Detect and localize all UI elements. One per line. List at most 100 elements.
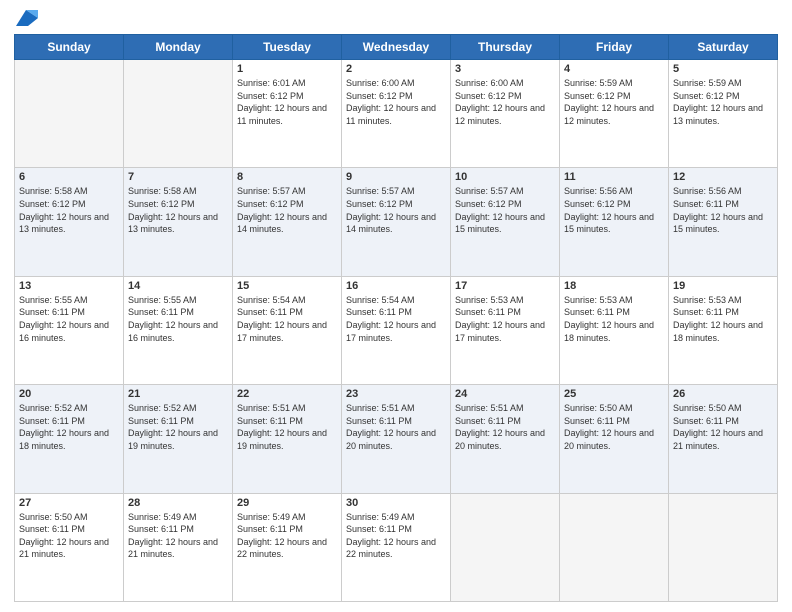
day-info: Sunrise: 5:56 AM Sunset: 6:12 PM Dayligh… <box>564 185 664 235</box>
day-number: 18 <box>564 280 664 292</box>
day-number: 15 <box>237 280 337 292</box>
day-info: Sunrise: 5:59 AM Sunset: 6:12 PM Dayligh… <box>564 77 664 127</box>
calendar-cell <box>124 60 233 168</box>
day-number: 27 <box>19 497 119 509</box>
page: SundayMondayTuesdayWednesdayThursdayFrid… <box>0 0 792 612</box>
day-info: Sunrise: 5:58 AM Sunset: 6:12 PM Dayligh… <box>19 185 119 235</box>
day-number: 14 <box>128 280 228 292</box>
day-info: Sunrise: 5:50 AM Sunset: 6:11 PM Dayligh… <box>564 402 664 452</box>
calendar-cell <box>669 493 778 601</box>
logo-icon <box>16 10 38 26</box>
day-number: 23 <box>346 388 446 400</box>
calendar-cell: 27 Sunrise: 5:50 AM Sunset: 6:11 PM Dayli… <box>15 493 124 601</box>
day-number: 4 <box>564 63 664 75</box>
day-number: 8 <box>237 171 337 183</box>
week-row-2: 13 Sunrise: 5:55 AM Sunset: 6:11 PM Dayli… <box>15 276 778 384</box>
calendar-cell <box>15 60 124 168</box>
calendar-cell: 18 Sunrise: 5:53 AM Sunset: 6:11 PM Dayli… <box>560 276 669 384</box>
day-info: Sunrise: 5:56 AM Sunset: 6:11 PM Dayligh… <box>673 185 773 235</box>
day-info: Sunrise: 5:53 AM Sunset: 6:11 PM Dayligh… <box>455 294 555 344</box>
day-info: Sunrise: 5:52 AM Sunset: 6:11 PM Dayligh… <box>19 402 119 452</box>
day-info: Sunrise: 5:49 AM Sunset: 6:11 PM Dayligh… <box>346 511 446 561</box>
calendar-cell: 23Sunrise: 5:51 AM Sunset: 6:11 PM Dayli… <box>342 385 451 493</box>
week-row-4: 27 Sunrise: 5:50 AM Sunset: 6:11 PM Dayli… <box>15 493 778 601</box>
day-number: 3 <box>455 63 555 75</box>
calendar-cell: 25 Sunrise: 5:50 AM Sunset: 6:11 PM Dayli… <box>560 385 669 493</box>
calendar-cell: 5 Sunrise: 5:59 AM Sunset: 6:12 PM Daylig… <box>669 60 778 168</box>
day-info: Sunrise: 5:49 AM Sunset: 6:11 PM Dayligh… <box>128 511 228 561</box>
day-number: 19 <box>673 280 773 292</box>
calendar-cell: 22 Sunrise: 5:51 AM Sunset: 6:11 PM Dayli… <box>233 385 342 493</box>
day-header-wednesday: Wednesday <box>342 35 451 60</box>
calendar-cell: 12 Sunrise: 5:56 AM Sunset: 6:11 PM Dayli… <box>669 168 778 276</box>
day-number: 21 <box>128 388 228 400</box>
day-number: 2 <box>346 63 446 75</box>
day-info: Sunrise: 5:57 AM Sunset: 6:12 PM Dayligh… <box>455 185 555 235</box>
day-header-tuesday: Tuesday <box>233 35 342 60</box>
day-info: Sunrise: 5:54 AM Sunset: 6:11 PM Dayligh… <box>346 294 446 344</box>
calendar-cell: 8Sunrise: 5:57 AM Sunset: 6:12 PM Daylig… <box>233 168 342 276</box>
day-info: Sunrise: 5:57 AM Sunset: 6:12 PM Dayligh… <box>346 185 446 235</box>
day-number: 22 <box>237 388 337 400</box>
calendar-cell: 6 Sunrise: 5:58 AM Sunset: 6:12 PM Daylig… <box>15 168 124 276</box>
calendar-cell: 10Sunrise: 5:57 AM Sunset: 6:12 PM Dayli… <box>451 168 560 276</box>
calendar-cell: 13 Sunrise: 5:55 AM Sunset: 6:11 PM Dayli… <box>15 276 124 384</box>
calendar-cell: 24 Sunrise: 5:51 AM Sunset: 6:11 PM Dayli… <box>451 385 560 493</box>
calendar-cell: 30 Sunrise: 5:49 AM Sunset: 6:11 PM Dayli… <box>342 493 451 601</box>
week-row-0: 1 Sunrise: 6:01 AM Sunset: 6:12 PM Daylig… <box>15 60 778 168</box>
calendar-cell <box>560 493 669 601</box>
calendar-cell: 7Sunrise: 5:58 AM Sunset: 6:12 PM Daylig… <box>124 168 233 276</box>
day-info: Sunrise: 5:55 AM Sunset: 6:11 PM Dayligh… <box>19 294 119 344</box>
day-info: Sunrise: 5:51 AM Sunset: 6:11 PM Dayligh… <box>237 402 337 452</box>
calendar-cell: 21 Sunrise: 5:52 AM Sunset: 6:11 PM Dayli… <box>124 385 233 493</box>
calendar-cell: 11 Sunrise: 5:56 AM Sunset: 6:12 PM Dayli… <box>560 168 669 276</box>
week-row-3: 20 Sunrise: 5:52 AM Sunset: 6:11 PM Dayli… <box>15 385 778 493</box>
calendar-cell: 4 Sunrise: 5:59 AM Sunset: 6:12 PM Daylig… <box>560 60 669 168</box>
week-row-1: 6 Sunrise: 5:58 AM Sunset: 6:12 PM Daylig… <box>15 168 778 276</box>
day-number: 11 <box>564 171 664 183</box>
day-number: 13 <box>19 280 119 292</box>
calendar-cell: 16Sunrise: 5:54 AM Sunset: 6:11 PM Dayli… <box>342 276 451 384</box>
day-number: 28 <box>128 497 228 509</box>
calendar-cell: 19 Sunrise: 5:53 AM Sunset: 6:11 PM Dayli… <box>669 276 778 384</box>
logo-text <box>14 10 40 26</box>
calendar-cell: 17Sunrise: 5:53 AM Sunset: 6:11 PM Dayli… <box>451 276 560 384</box>
calendar-cell: 15 Sunrise: 5:54 AM Sunset: 6:11 PM Dayli… <box>233 276 342 384</box>
day-header-row: SundayMondayTuesdayWednesdayThursdayFrid… <box>15 35 778 60</box>
day-info: Sunrise: 5:54 AM Sunset: 6:11 PM Dayligh… <box>237 294 337 344</box>
day-number: 29 <box>237 497 337 509</box>
day-info: Sunrise: 5:59 AM Sunset: 6:12 PM Dayligh… <box>673 77 773 127</box>
day-number: 5 <box>673 63 773 75</box>
day-header-sunday: Sunday <box>15 35 124 60</box>
day-header-friday: Friday <box>560 35 669 60</box>
calendar-cell: 3 Sunrise: 6:00 AM Sunset: 6:12 PM Daylig… <box>451 60 560 168</box>
day-info: Sunrise: 6:00 AM Sunset: 6:12 PM Dayligh… <box>346 77 446 127</box>
day-info: Sunrise: 6:01 AM Sunset: 6:12 PM Dayligh… <box>237 77 337 127</box>
calendar-cell: 28 Sunrise: 5:49 AM Sunset: 6:11 PM Dayli… <box>124 493 233 601</box>
day-number: 25 <box>564 388 664 400</box>
day-number: 6 <box>19 171 119 183</box>
day-info: Sunrise: 6:00 AM Sunset: 6:12 PM Dayligh… <box>455 77 555 127</box>
calendar-cell <box>451 493 560 601</box>
day-number: 20 <box>19 388 119 400</box>
day-info: Sunrise: 5:53 AM Sunset: 6:11 PM Dayligh… <box>673 294 773 344</box>
calendar-cell: 9 Sunrise: 5:57 AM Sunset: 6:12 PM Daylig… <box>342 168 451 276</box>
day-info: Sunrise: 5:50 AM Sunset: 6:11 PM Dayligh… <box>19 511 119 561</box>
calendar-cell: 29Sunrise: 5:49 AM Sunset: 6:11 PM Dayli… <box>233 493 342 601</box>
day-info: Sunrise: 5:50 AM Sunset: 6:11 PM Dayligh… <box>673 402 773 452</box>
day-number: 30 <box>346 497 446 509</box>
logo <box>14 10 40 26</box>
day-number: 7 <box>128 171 228 183</box>
day-info: Sunrise: 5:53 AM Sunset: 6:11 PM Dayligh… <box>564 294 664 344</box>
calendar-cell: 2 Sunrise: 6:00 AM Sunset: 6:12 PM Daylig… <box>342 60 451 168</box>
day-info: Sunrise: 5:52 AM Sunset: 6:11 PM Dayligh… <box>128 402 228 452</box>
day-number: 1 <box>237 63 337 75</box>
day-header-monday: Monday <box>124 35 233 60</box>
calendar-cell: 1 Sunrise: 6:01 AM Sunset: 6:12 PM Daylig… <box>233 60 342 168</box>
day-number: 9 <box>346 171 446 183</box>
day-number: 12 <box>673 171 773 183</box>
day-info: Sunrise: 5:51 AM Sunset: 6:11 PM Dayligh… <box>455 402 555 452</box>
day-number: 24 <box>455 388 555 400</box>
day-info: Sunrise: 5:55 AM Sunset: 6:11 PM Dayligh… <box>128 294 228 344</box>
header <box>14 10 778 26</box>
